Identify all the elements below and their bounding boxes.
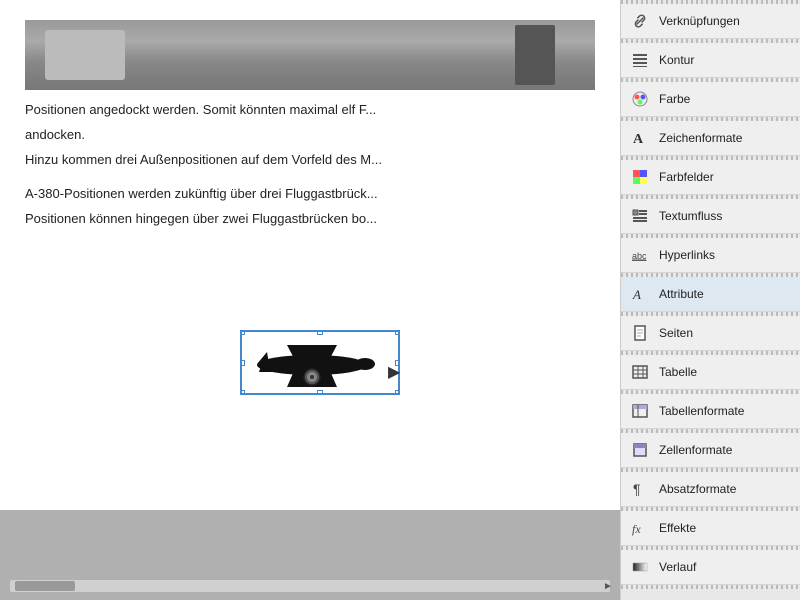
panel-item-verknuepfungen[interactable]: Verknüpfungen [621,4,800,39]
panel-item-tabellenformate[interactable]: Tabellenformate [621,394,800,429]
svg-text:A: A [632,287,641,302]
panel-item-tabelle[interactable]: Tabelle [621,355,800,390]
kontur-icon [629,49,651,71]
panel-item-attribute[interactable]: A Attribute [621,277,800,312]
panel-label-kontur: Kontur [659,53,792,67]
svg-text:fx: fx [632,522,641,536]
panel-label-attribute: Attribute [659,287,792,301]
panel-item-absatzformate[interactable]: ¶ Absatzformate [621,472,800,507]
panel-label-verlauf: Verlauf [659,560,792,574]
panel-label-verknuepfungen: Verknüpfungen [659,14,792,28]
selected-image-object[interactable] [240,330,400,395]
handle-tr[interactable] [395,330,400,335]
panel-item-farbe[interactable]: Farbe [621,82,800,117]
textumfluss-icon [629,205,651,227]
right-panel: Verknüpfungen Kontur Farbe A Zeichenform… [620,0,800,600]
handle-tl[interactable] [240,330,245,335]
scroll-right-arrow[interactable]: ► [601,577,615,595]
zellenformate-icon [629,439,651,461]
svg-text:A: A [633,132,644,147]
image-border [240,330,400,395]
panel-label-tabelle: Tabelle [659,365,792,379]
text-line-1: Positionen angedockt werden. Somit könnt… [25,100,595,121]
handle-br[interactable] [395,390,400,395]
effekte-icon: fx [629,517,651,539]
link-icon [629,10,651,32]
text-line-3: Hinzu kommen drei Außenpositionen auf de… [25,150,595,171]
panel-label-zellenformate: Zellenformate [659,443,792,457]
tabellenformate-icon [629,400,651,422]
panel-item-textumfluss[interactable]: Textumfluss [621,199,800,234]
absatzformate-icon: ¶ [629,478,651,500]
text-line-2: andocken. [25,125,595,146]
handle-lm[interactable] [240,360,245,366]
tabelle-icon [629,361,651,383]
panel-label-zeichenformate: Zeichenformate [659,131,792,145]
panel-item-farbfelder[interactable]: Farbfelder [621,160,800,195]
scrollbar-thumb[interactable] [15,581,75,591]
panel-item-verlauf[interactable]: Verlauf [621,550,800,585]
handle-bl[interactable] [240,390,245,395]
cursor-arrow: ▶ [388,362,400,380]
text-line-5: Positionen können hingegen über zwei Flu… [25,209,595,230]
panel-item-effekte[interactable]: fx Effekte [621,511,800,546]
panel-item-hyperlinks[interactable]: abc Hyperlinks [621,238,800,273]
page-top-image [25,20,595,90]
text-line-4: A-380-Positionen werden zukünftig über d… [25,184,595,205]
panel-label-absatzformate: Absatzformate [659,482,792,496]
panel-label-tabellenformate: Tabellenformate [659,404,792,418]
main-content: Positionen angedockt werden. Somit könnt… [0,0,620,600]
airplane-image [247,337,387,392]
panel-label-farbe: Farbe [659,92,792,106]
attribute-icon: A [629,283,651,305]
panel-label-seiten: Seiten [659,326,792,340]
zeichen-icon: A [629,127,651,149]
panel-item-zellenformate[interactable]: Zellenformate [621,433,800,468]
horizontal-scrollbar[interactable] [10,580,610,592]
handle-tm[interactable] [317,330,323,335]
panel-label-hyperlinks: Hyperlinks [659,248,792,262]
verlauf-icon [629,556,651,578]
panel-label-effekte: Effekte [659,521,792,535]
page-text: Positionen angedockt werden. Somit könnt… [25,100,595,230]
farbfelder-icon [629,166,651,188]
panel-item-seiten[interactable]: Seiten [621,316,800,351]
panel-item-zeichenformate[interactable]: A Zeichenformate [621,121,800,156]
panel-item-kontur[interactable]: Kontur [621,43,800,78]
page-area: Positionen angedockt werden. Somit könnt… [0,0,620,510]
handle-bm[interactable] [317,390,323,395]
hyperlinks-icon: abc [629,244,651,266]
panel-label-textumfluss: Textumfluss [659,209,792,223]
separator-bottom [621,585,800,589]
farbe-icon [629,88,651,110]
seiten-icon [629,322,651,344]
svg-text:¶: ¶ [633,481,641,497]
panel-label-farbfelder: Farbfelder [659,170,792,184]
